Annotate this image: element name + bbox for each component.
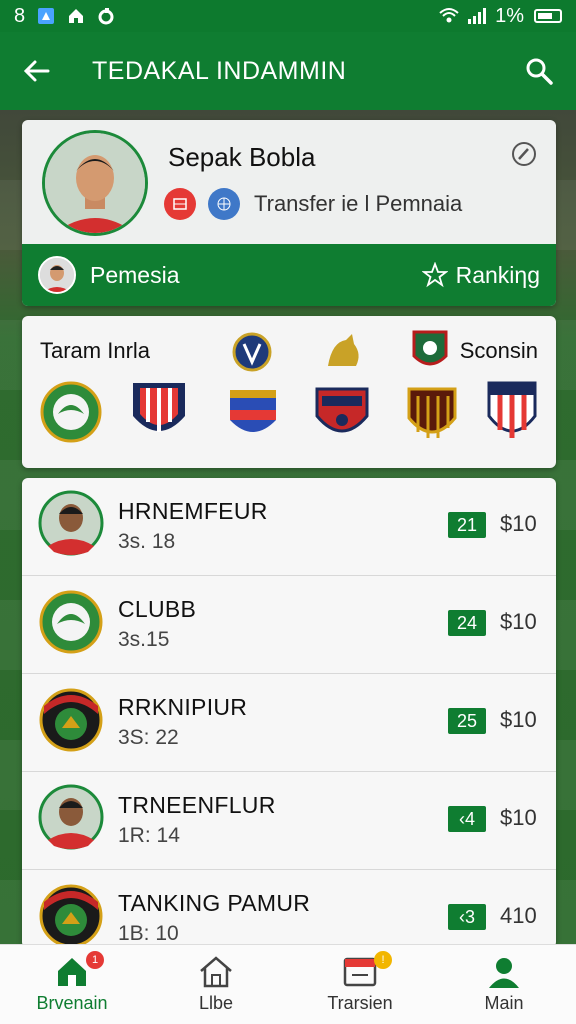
team-crest-icon[interactable]	[228, 388, 278, 444]
app-bar: TEDAKAL INDAMMIN	[0, 32, 576, 110]
globe-badge-icon	[208, 188, 240, 220]
page-title: TEDAKAL INDAMMIN	[92, 56, 347, 85]
battery-percent: 1%	[495, 4, 524, 27]
row-avatar	[38, 488, 104, 558]
row-price: $10	[500, 609, 537, 634]
team-crest-icon[interactable]	[130, 380, 188, 446]
list-item[interactable]: RRKNIPIUR 3S: 22 25 $10	[22, 674, 556, 772]
home-icon	[55, 955, 89, 989]
notification-icon	[37, 7, 55, 25]
profile-subtitle: Transfer ie l Pemnaia	[254, 191, 463, 216]
signal-icon	[467, 7, 487, 25]
profile-subtitle-row: Transfer ie l Pemnaia	[164, 188, 462, 220]
home-icon	[67, 7, 85, 25]
row-avatar	[38, 782, 104, 852]
star-icon	[421, 262, 448, 288]
team-crest-icon[interactable]	[406, 386, 458, 446]
row-subtitle: 3S: 22	[118, 726, 179, 749]
notification-badge: 1	[86, 951, 104, 969]
row-name: HRNEMFEUR	[118, 498, 268, 524]
list-item[interactable]: TANKING PAMUR 1B: 10 ‹3 410	[22, 870, 556, 948]
avatar-small	[38, 256, 76, 294]
row-badge: 21	[448, 512, 486, 538]
nav-item-1[interactable]: Llbe	[144, 945, 288, 1024]
row-name: TRNEENFLUR	[118, 792, 276, 818]
bottom-nav: 1 Brvenain Llbe! Trarsien Main	[0, 944, 576, 1024]
sync-icon	[97, 7, 115, 25]
arrow-left-icon[interactable]	[22, 56, 52, 86]
nav-label: Main	[484, 993, 524, 1013]
house-outline-icon	[198, 955, 234, 989]
status-time: 8	[14, 4, 26, 27]
battery-icon	[534, 9, 562, 23]
team-crest-icon[interactable]	[412, 330, 448, 372]
team-crest-icon[interactable]	[232, 330, 272, 374]
notification-badge: !	[374, 951, 392, 969]
ranking-button[interactable]: Rankiηg	[421, 261, 540, 289]
strip-label: Pemesia	[90, 261, 180, 288]
search-icon[interactable]	[524, 56, 554, 86]
row-name: CLUBB	[118, 596, 197, 622]
scoreboard-icon	[342, 955, 378, 989]
team-crest-icon[interactable]	[40, 378, 102, 446]
ranking-label: Rankiηg	[455, 261, 540, 288]
list-item[interactable]: HRNEMFEUR 3s. 18 21 $10	[22, 478, 556, 576]
row-badge: ‹4	[448, 806, 486, 832]
row-avatar	[38, 880, 104, 948]
flag-badge-icon	[164, 188, 196, 220]
teams-card: Taram Inrla Sconsin	[22, 316, 556, 468]
nav-label: Brvenain	[36, 993, 108, 1013]
teams-right-label: Sconsin	[459, 338, 538, 363]
row-badge: 25	[448, 708, 486, 734]
edit-icon[interactable]	[510, 140, 538, 168]
nav-label: Trarsien	[327, 993, 393, 1013]
profile-name: Sepak Bobla	[168, 142, 316, 172]
avatar	[42, 130, 148, 236]
row-subtitle: 3s.15	[118, 628, 170, 651]
row-subtitle: 1B: 10	[118, 922, 179, 945]
row-badge: 24	[448, 610, 486, 636]
team-crest-icon[interactable]	[486, 380, 538, 446]
player-list: HRNEMFEUR 3s. 18 21 $10 CLUBB 3s.15 24 $10 RRKNI…	[22, 478, 556, 948]
team-crest-icon[interactable]	[322, 332, 366, 372]
row-name: TANKING PAMUR	[118, 890, 311, 916]
row-price: 410	[500, 903, 537, 928]
row-badge: ‹3	[448, 904, 486, 930]
nav-label: Llbe	[198, 993, 234, 1013]
list-item[interactable]: TRNEENFLUR 1R: 14 ‹4 $10	[22, 772, 556, 870]
row-avatar	[38, 684, 104, 754]
wifi-icon	[439, 7, 459, 25]
profile-strip[interactable]: Pemesia Rankiηg	[22, 244, 556, 306]
list-item[interactable]: CLUBB 3s.15 24 $10	[22, 576, 556, 674]
row-price: $10	[500, 805, 537, 830]
row-avatar	[38, 586, 104, 656]
profile-card: Sepak Bobla Transfer ie l Pemnaia Pemesi…	[22, 120, 556, 306]
row-subtitle: 3s. 18	[118, 530, 176, 553]
row-price: $10	[500, 511, 537, 536]
row-subtitle: 1R: 14	[118, 824, 180, 847]
teams-title: Taram Inrla	[40, 338, 151, 363]
team-crest-icon[interactable]	[314, 386, 370, 446]
row-price: $10	[500, 707, 537, 732]
nav-item-2[interactable]: ! Trarsien	[288, 945, 432, 1024]
nav-item-3[interactable]: Main	[432, 945, 576, 1024]
profile-icon	[487, 955, 521, 989]
status-bar: 8 1%	[0, 0, 576, 32]
row-name: RRKNIPIUR	[118, 694, 248, 720]
nav-item-0[interactable]: 1 Brvenain	[0, 945, 144, 1024]
